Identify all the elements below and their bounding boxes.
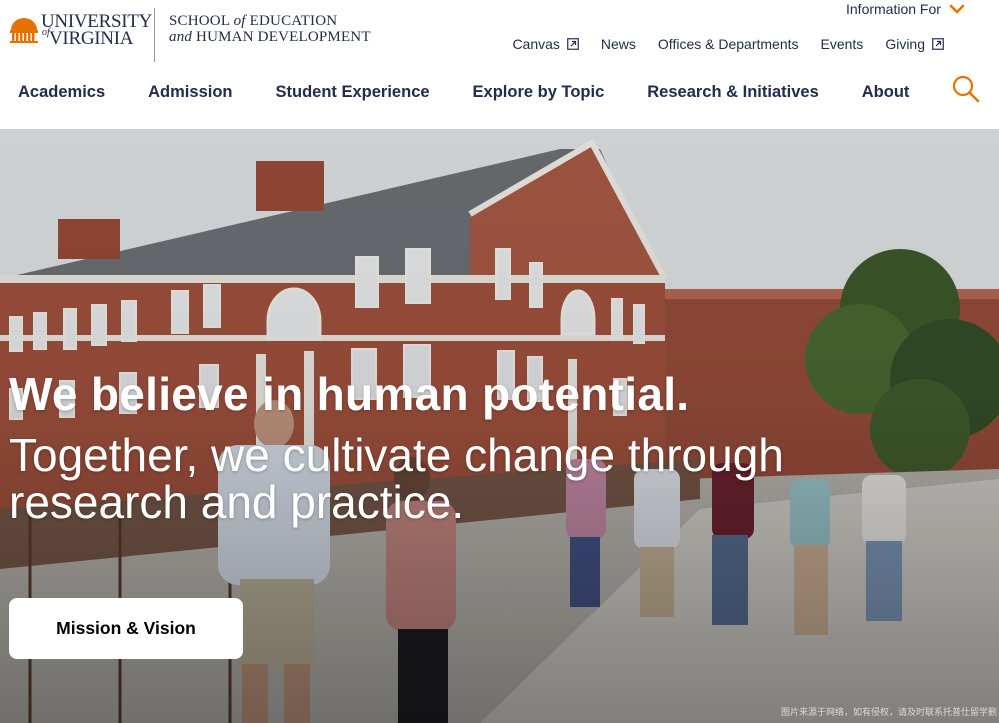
school-wordmark: SCHOOL of EDUCATION and HUMAN DEVELOPMEN… bbox=[169, 13, 371, 46]
hero-title: We believe in human potential. bbox=[9, 368, 690, 420]
chevron-down-icon bbox=[949, 4, 965, 14]
hero-banner: We believe in human potential. Together,… bbox=[0, 129, 999, 723]
nav-item-student-experience[interactable]: Student Experience bbox=[276, 83, 430, 102]
logo-divider bbox=[154, 8, 155, 62]
util-link-label: Canvas bbox=[512, 36, 560, 52]
util-link-giving[interactable]: Giving bbox=[885, 36, 944, 52]
util-link-canvas[interactable]: Canvas bbox=[512, 36, 579, 52]
school-line2-and: and bbox=[169, 28, 193, 45]
nav-item-research-initiatives[interactable]: Research & Initiatives bbox=[647, 83, 819, 102]
university-wordmark: UNIVERSITY of VIRGINIA bbox=[41, 12, 152, 48]
school-line1-of: of bbox=[233, 13, 246, 29]
util-link-label: Events bbox=[820, 36, 864, 52]
school-line1: SCHOOL of EDUCATION bbox=[169, 13, 371, 30]
school-line2: and HUMAN DEVELOPMENT bbox=[169, 28, 371, 46]
hero-subtitle: Together, we cultivate change through re… bbox=[9, 429, 784, 528]
util-link-label: Giving bbox=[885, 36, 925, 52]
information-for-dropdown[interactable]: Information For bbox=[846, 1, 965, 17]
university-of: of bbox=[42, 27, 50, 38]
util-link-offices-departments[interactable]: Offices & Departments bbox=[658, 36, 799, 52]
external-link-icon bbox=[567, 38, 579, 50]
main-nav: Academics Admission Student Experience E… bbox=[18, 83, 909, 102]
school-line1-b: EDUCATION bbox=[245, 13, 338, 29]
nav-item-explore-by-topic[interactable]: Explore by Topic bbox=[473, 83, 605, 102]
rotunda-icon bbox=[10, 18, 38, 43]
nav-item-admission[interactable]: Admission bbox=[148, 83, 232, 102]
mission-vision-button[interactable]: Mission & Vision bbox=[9, 598, 243, 659]
util-link-news[interactable]: News bbox=[601, 36, 636, 52]
util-link-label: Offices & Departments bbox=[657, 36, 799, 52]
util-link-label: News bbox=[600, 36, 636, 52]
site-header: UNIVERSITY of VIRGINIA SCHOOL of EDUCATI… bbox=[0, 0, 999, 129]
school-line1-a: SCHOOL bbox=[169, 13, 234, 29]
utility-nav: Canvas News Offices & Departments Events… bbox=[512, 36, 944, 52]
nav-item-about[interactable]: About bbox=[862, 83, 910, 102]
nav-item-academics[interactable]: Academics bbox=[18, 83, 105, 102]
search-icon[interactable] bbox=[951, 74, 981, 104]
external-link-icon bbox=[932, 38, 944, 50]
school-line2-b: HUMAN DEVELOPMENT bbox=[192, 28, 371, 45]
information-for-label: Information For bbox=[846, 1, 941, 17]
util-link-events[interactable]: Events bbox=[821, 36, 864, 52]
image-watermark: 图片来源于网络，如有侵权，请及时联系托普仕留学删 bbox=[780, 707, 997, 717]
